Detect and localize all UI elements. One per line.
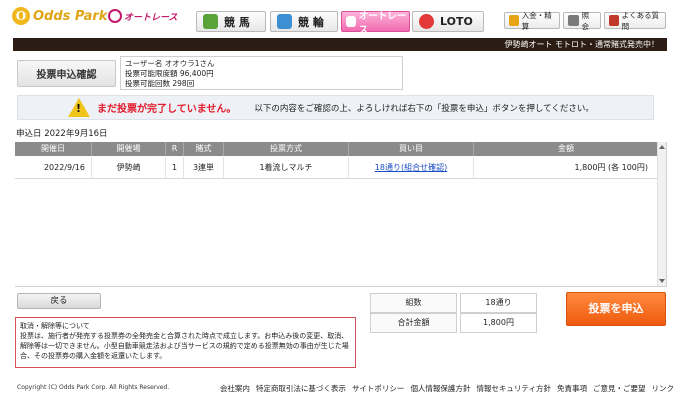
- tab-keirin-label: 競 輪: [298, 15, 324, 29]
- deposit-button[interactable]: 入金・精算: [504, 10, 560, 31]
- total-value: 1,800円: [460, 313, 537, 333]
- cell-amount: 1,800円 (各 100円): [574, 163, 649, 172]
- copyright: Copyright (C) Odds Park Corp. All Rights…: [17, 384, 170, 391]
- vote-limit: 投票可能限度額 96,400円: [125, 69, 214, 78]
- col-amount: 金額: [558, 144, 574, 153]
- vote-count: 投票可能回数 298回: [125, 79, 195, 88]
- notice-body: 投票は、施行者が発売する投票券の全発売金と合算された時点で成立します。お申込み後…: [20, 332, 349, 360]
- motorcycle-icon: [346, 16, 356, 27]
- bet-table: 開催日 開催場 R 賭式 投票方式 買い目 金額 2022/9/16 伊勢崎 1…: [15, 142, 667, 287]
- logo-text: Odds Park: [33, 8, 108, 24]
- logo-mark: O: [12, 7, 30, 25]
- autorace-mark-icon: [108, 9, 122, 23]
- col-race: R: [166, 142, 184, 156]
- warning-text: 以下の内容をご確認の上、よろしければ右下の「投票を申込」ボタンを押してください。: [254, 103, 594, 114]
- warning-emphasis: まだ投票が完了していません。: [97, 104, 237, 115]
- horse-icon: [203, 14, 218, 29]
- footer-link-privacy[interactable]: 個人情報保護方針: [410, 383, 470, 394]
- col-selection: 買い目: [349, 142, 474, 156]
- footer-link-links[interactable]: リンク: [652, 383, 675, 394]
- scroll-up-icon[interactable]: [659, 145, 665, 149]
- inquiry-button[interactable]: 照会: [563, 10, 601, 31]
- footer-link-company[interactable]: 会社案内: [220, 383, 250, 394]
- count-value: 18通り: [460, 293, 537, 313]
- page-title: 投票申込確認: [17, 60, 116, 87]
- apply-date: 申込日 2022年9月16日: [16, 129, 108, 139]
- warning-icon: !: [68, 98, 90, 117]
- question-icon: [609, 15, 619, 26]
- cell-venue: 伊勢崎: [92, 157, 166, 178]
- col-bet-type: 賭式: [184, 142, 224, 156]
- total-label: 合計金額: [370, 313, 457, 333]
- odds-park-logo[interactable]: O Odds Park: [12, 7, 107, 25]
- cell-method: 1着流しマルチ: [224, 157, 349, 178]
- user-info-box: ユーザー名 オオウラ1さん 投票可能限度額 96,400円 投票可能回数 298…: [120, 56, 403, 90]
- tab-autorace[interactable]: オートレース: [341, 11, 410, 36]
- col-venue: 開催場: [92, 142, 166, 156]
- warning-message: ! まだ投票が完了していません。 以下の内容をご確認の上、よろしければ右下の「投…: [17, 95, 654, 120]
- notice-box: 取消・解除等について 投票は、施行者が発売する投票券の全発売金と合算された時点で…: [15, 317, 356, 368]
- cell-date: 2022/9/16: [15, 157, 92, 178]
- tab-keirin[interactable]: 競 輪: [270, 11, 338, 32]
- footer-link-legal[interactable]: 特定商取引法に基づく表示: [256, 383, 346, 394]
- notice-title: 取消・解除等について: [20, 322, 90, 330]
- table-header: 開催日 開催場 R 賭式 投票方式 買い目 金額: [15, 142, 658, 156]
- autorace-logo-text: オートレース: [124, 12, 178, 23]
- col-date: 開催日: [15, 142, 92, 156]
- footer-link-policy[interactable]: サイトポリシー: [352, 383, 405, 394]
- deposit-label: 入金・精算: [521, 10, 552, 31]
- tab-keiba[interactable]: 競 馬: [196, 11, 266, 32]
- count-label: 組数: [370, 293, 457, 313]
- tab-autorace-label: オートレース: [358, 10, 407, 36]
- site-header: O Odds Park オートレース 競 馬 競 輪 オートレース LOTO 入…: [0, 0, 688, 36]
- tab-loto[interactable]: LOTO: [412, 11, 484, 32]
- cell-race: 1: [166, 157, 184, 178]
- user-name: ユーザー名 オオウラ1さん: [125, 59, 215, 68]
- loto-icon: [419, 14, 434, 29]
- document-icon: [568, 15, 579, 26]
- faq-label: よくある質問: [621, 10, 660, 31]
- footer-link-feedback[interactable]: ご意見・ご要望: [593, 383, 646, 394]
- footer-link-disclaimer[interactable]: 免責事項: [557, 383, 587, 394]
- footer-link-security[interactable]: 情報セキュリティ方針: [476, 383, 551, 394]
- back-button[interactable]: 戻る: [17, 293, 101, 309]
- autorace-logo[interactable]: オートレース: [108, 9, 178, 23]
- submit-vote-button[interactable]: 投票を申込: [566, 292, 666, 326]
- inquiry-label: 照会: [581, 10, 590, 31]
- faq-button[interactable]: よくある質問: [604, 10, 666, 31]
- cell-bet-type: 3連単: [184, 157, 224, 178]
- scroll-down-icon[interactable]: [659, 279, 665, 283]
- table-row: 2022/9/16 伊勢崎 1 3連単 1着流しマルチ 18通り(組合せ確認) …: [15, 157, 658, 179]
- money-icon: [509, 15, 519, 26]
- tab-loto-label: LOTO: [440, 15, 473, 28]
- bicycle-icon: [277, 14, 292, 29]
- col-method: 投票方式: [224, 142, 349, 156]
- news-banner-text[interactable]: 伊勢崎オート モトロト・通常賭式発売中！: [504, 39, 659, 50]
- table-scrollbar[interactable]: [657, 142, 666, 286]
- combination-link[interactable]: 18通り(組合せ確認): [349, 157, 474, 178]
- footer-links: 会社案内 特定商取引法に基づく表示 サイトポリシー 個人情報保護方針 情報セキュ…: [220, 383, 674, 394]
- news-banner: 伊勢崎オート モトロト・通常賭式発売中！: [13, 38, 667, 51]
- tab-keiba-label: 競 馬: [224, 15, 250, 29]
